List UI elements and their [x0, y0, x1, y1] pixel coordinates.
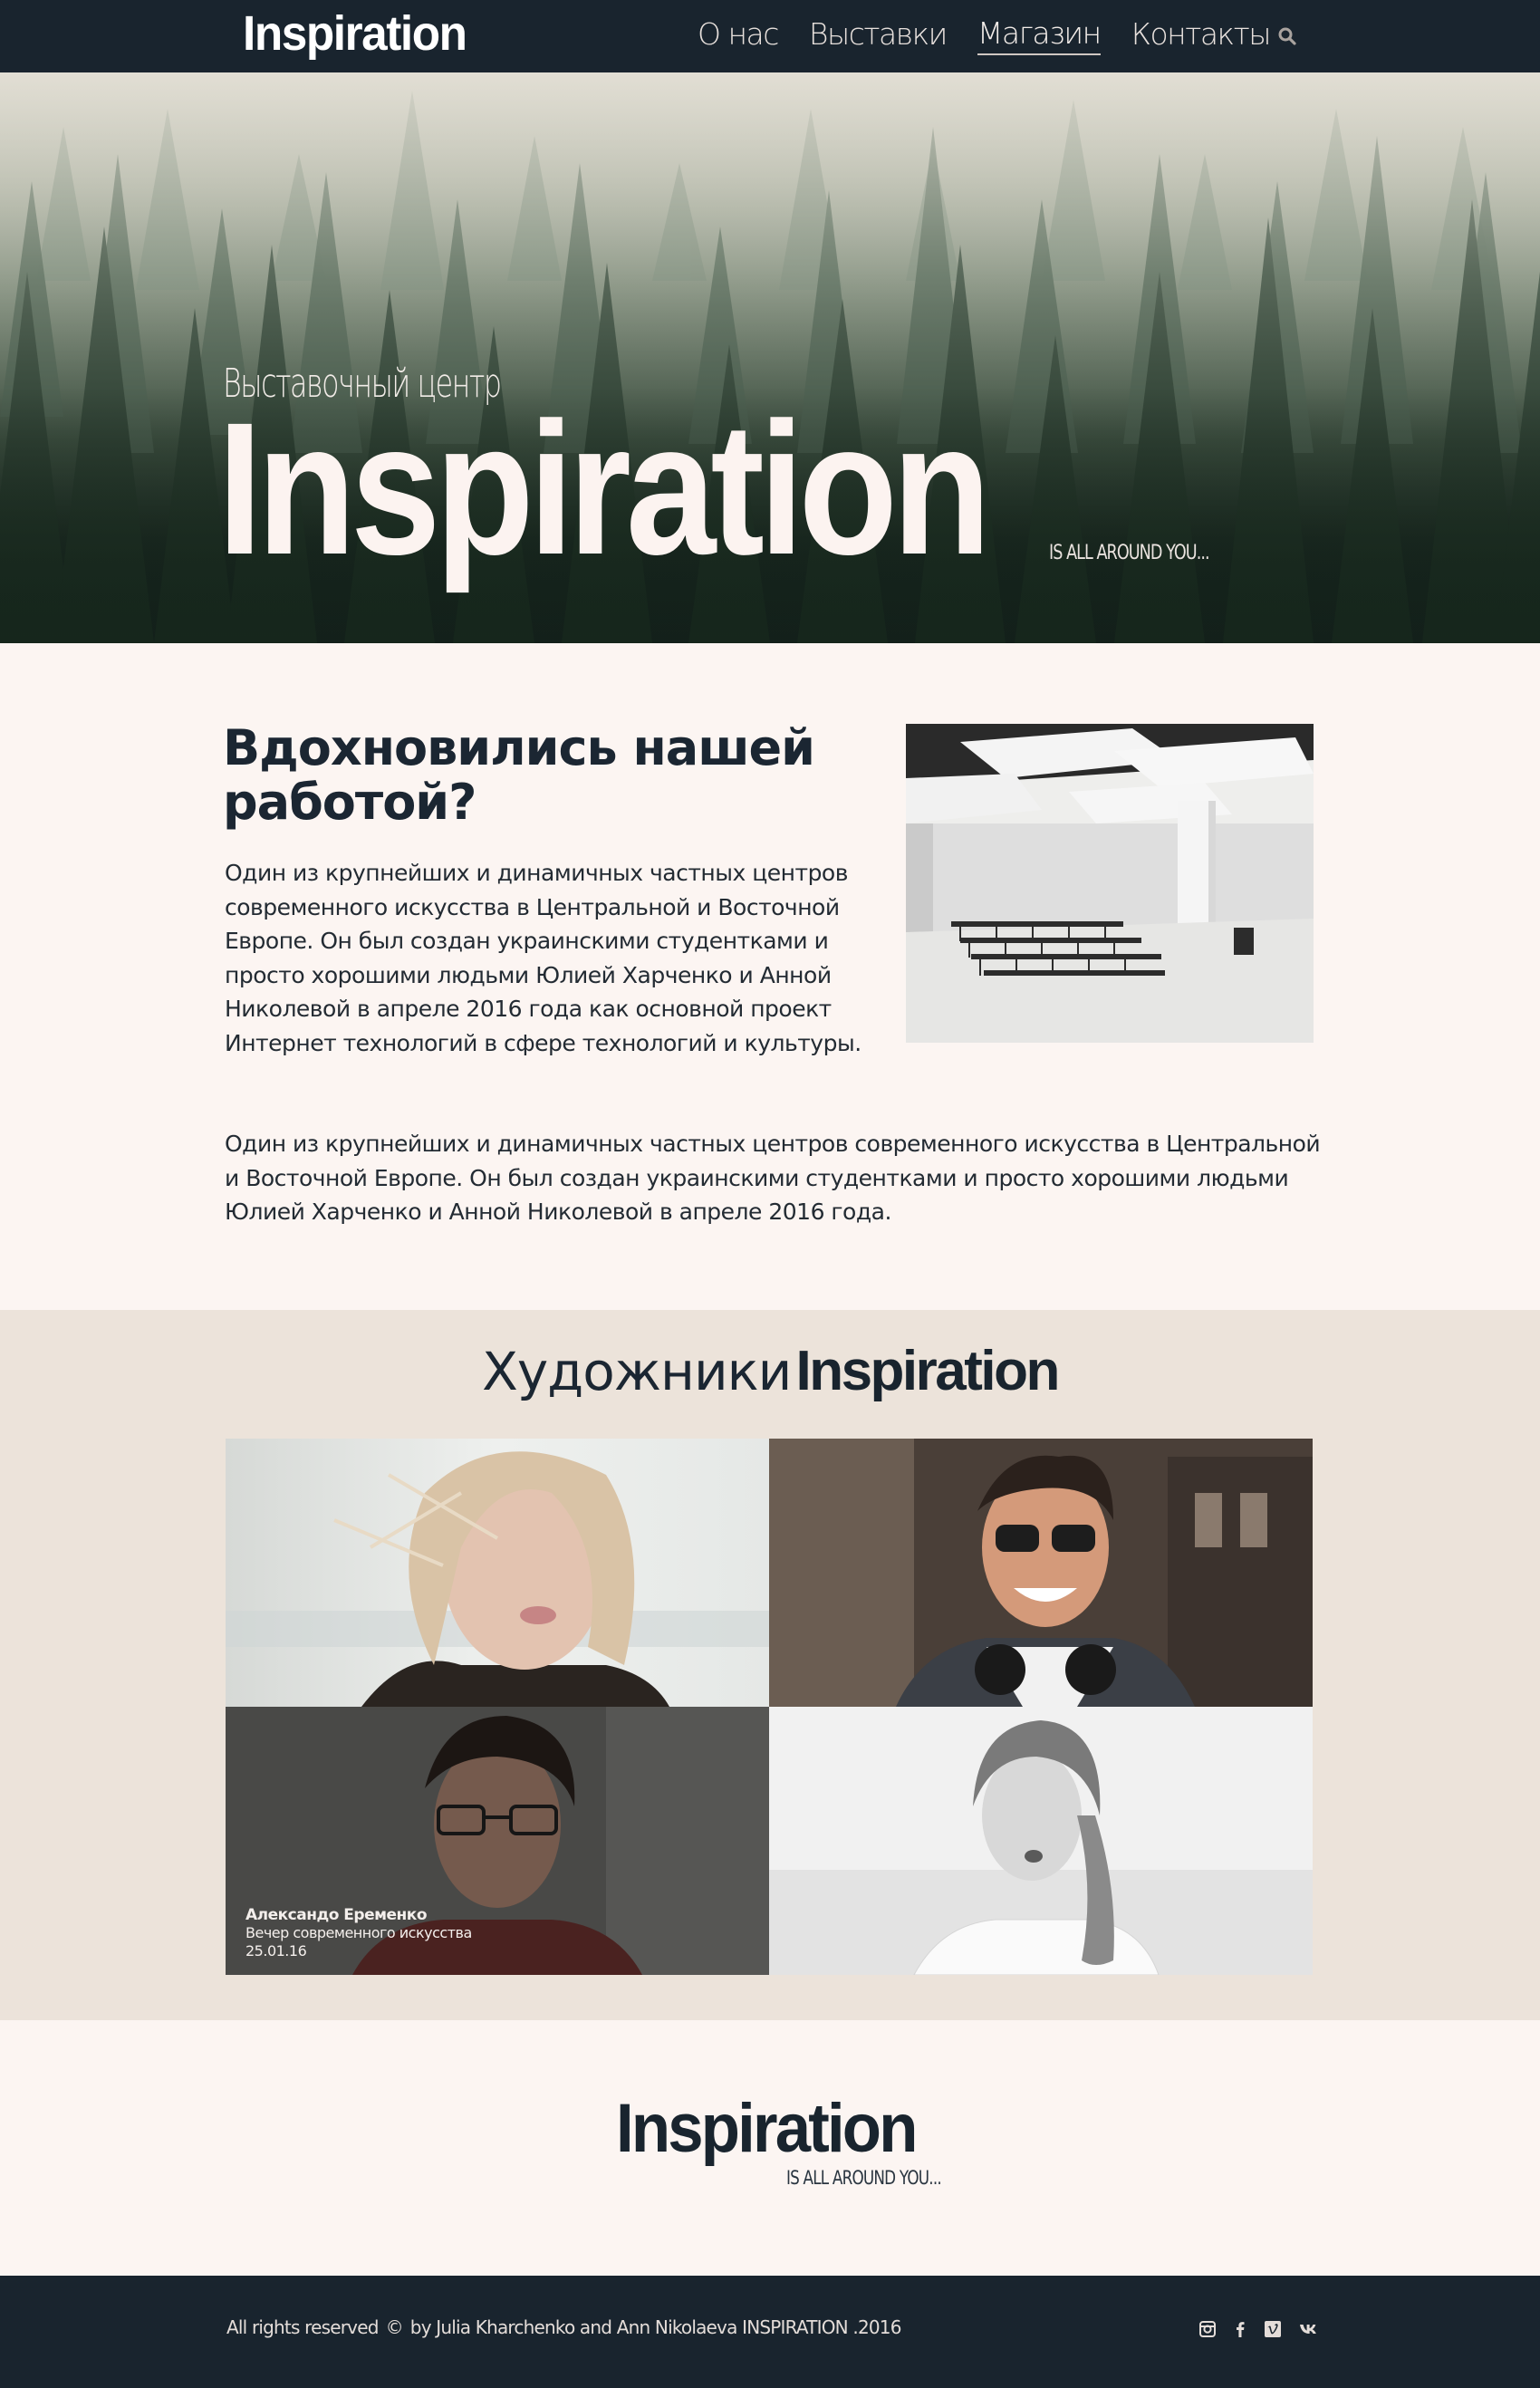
- search-icon[interactable]: [1277, 26, 1297, 46]
- social-links: [1198, 2319, 1323, 2339]
- gallery-hall-image: [906, 724, 1314, 1043]
- about-paragraph-2: Один из крупнейших и динамичных частных …: [225, 1131, 1321, 1225]
- copyright-icon: ©: [385, 2316, 404, 2338]
- artist-tile-1[interactable]: [226, 1439, 769, 1707]
- hero-title: Inspiration: [217, 384, 991, 594]
- facebook-icon[interactable]: [1230, 2319, 1250, 2339]
- nav-item-exhibitions[interactable]: Выставки: [809, 19, 948, 54]
- rights-label: All rights reserved: [226, 2316, 379, 2338]
- about-paragraph-1: Один из крупнейших и динамичных частных …: [225, 860, 861, 1056]
- nav-item-shop[interactable]: Магазин: [977, 18, 1102, 55]
- nav-item-about[interactable]: О нас: [698, 19, 779, 54]
- artist-tile-3[interactable]: Александо Еременко Вечер современного ис…: [226, 1707, 769, 1975]
- about-title: Вдохновились нашей работой?: [223, 719, 815, 831]
- credits-label: by Julia Kharchenko and Ann Nikolaeva IN…: [409, 2316, 902, 2338]
- nav-logo[interactable]: Inspiration: [243, 5, 467, 62]
- top-navbar: Inspiration О нас Выставки Магазин Конта…: [0, 0, 1540, 72]
- artist-event: Вечер современного искусства: [245, 1924, 472, 1941]
- artist-caption: Александо Еременко Вечер современного ис…: [245, 1906, 472, 1960]
- artists-heading-brand: Inspiration: [795, 1340, 1060, 1402]
- artist-name: Александо Еременко: [245, 1906, 427, 1924]
- nav-menu: О нас Выставки Магазин Контакты: [698, 11, 1272, 62]
- artists-heading: Художники Inspiration: [0, 1339, 1540, 1403]
- hero-tagline: IS ALL AROUND YOU...: [1049, 542, 1210, 564]
- footer-tagline: IS ALL AROUND YOU...: [786, 2167, 942, 2189]
- artists-heading-word: Художники: [482, 1341, 792, 1402]
- copyright-text: All rights reserved © by Julia Kharchenk…: [226, 2316, 901, 2338]
- artist-date: 25.01.16: [245, 1942, 307, 1960]
- footer-logo[interactable]: Inspiration: [616, 2094, 918, 2163]
- artist-tile-2[interactable]: [769, 1439, 1313, 1707]
- hero-banner: Выставочный центр Inspiration IS ALL ARO…: [0, 72, 1540, 643]
- vk-icon[interactable]: [1295, 2319, 1323, 2339]
- artists-grid: Александо Еременко Вечер современного ис…: [226, 1439, 1313, 1975]
- instagram-icon[interactable]: [1198, 2319, 1218, 2339]
- nav-item-contacts[interactable]: Контакты: [1131, 19, 1272, 54]
- vimeo-icon[interactable]: [1263, 2319, 1283, 2339]
- artist-tile-4[interactable]: [769, 1707, 1313, 1975]
